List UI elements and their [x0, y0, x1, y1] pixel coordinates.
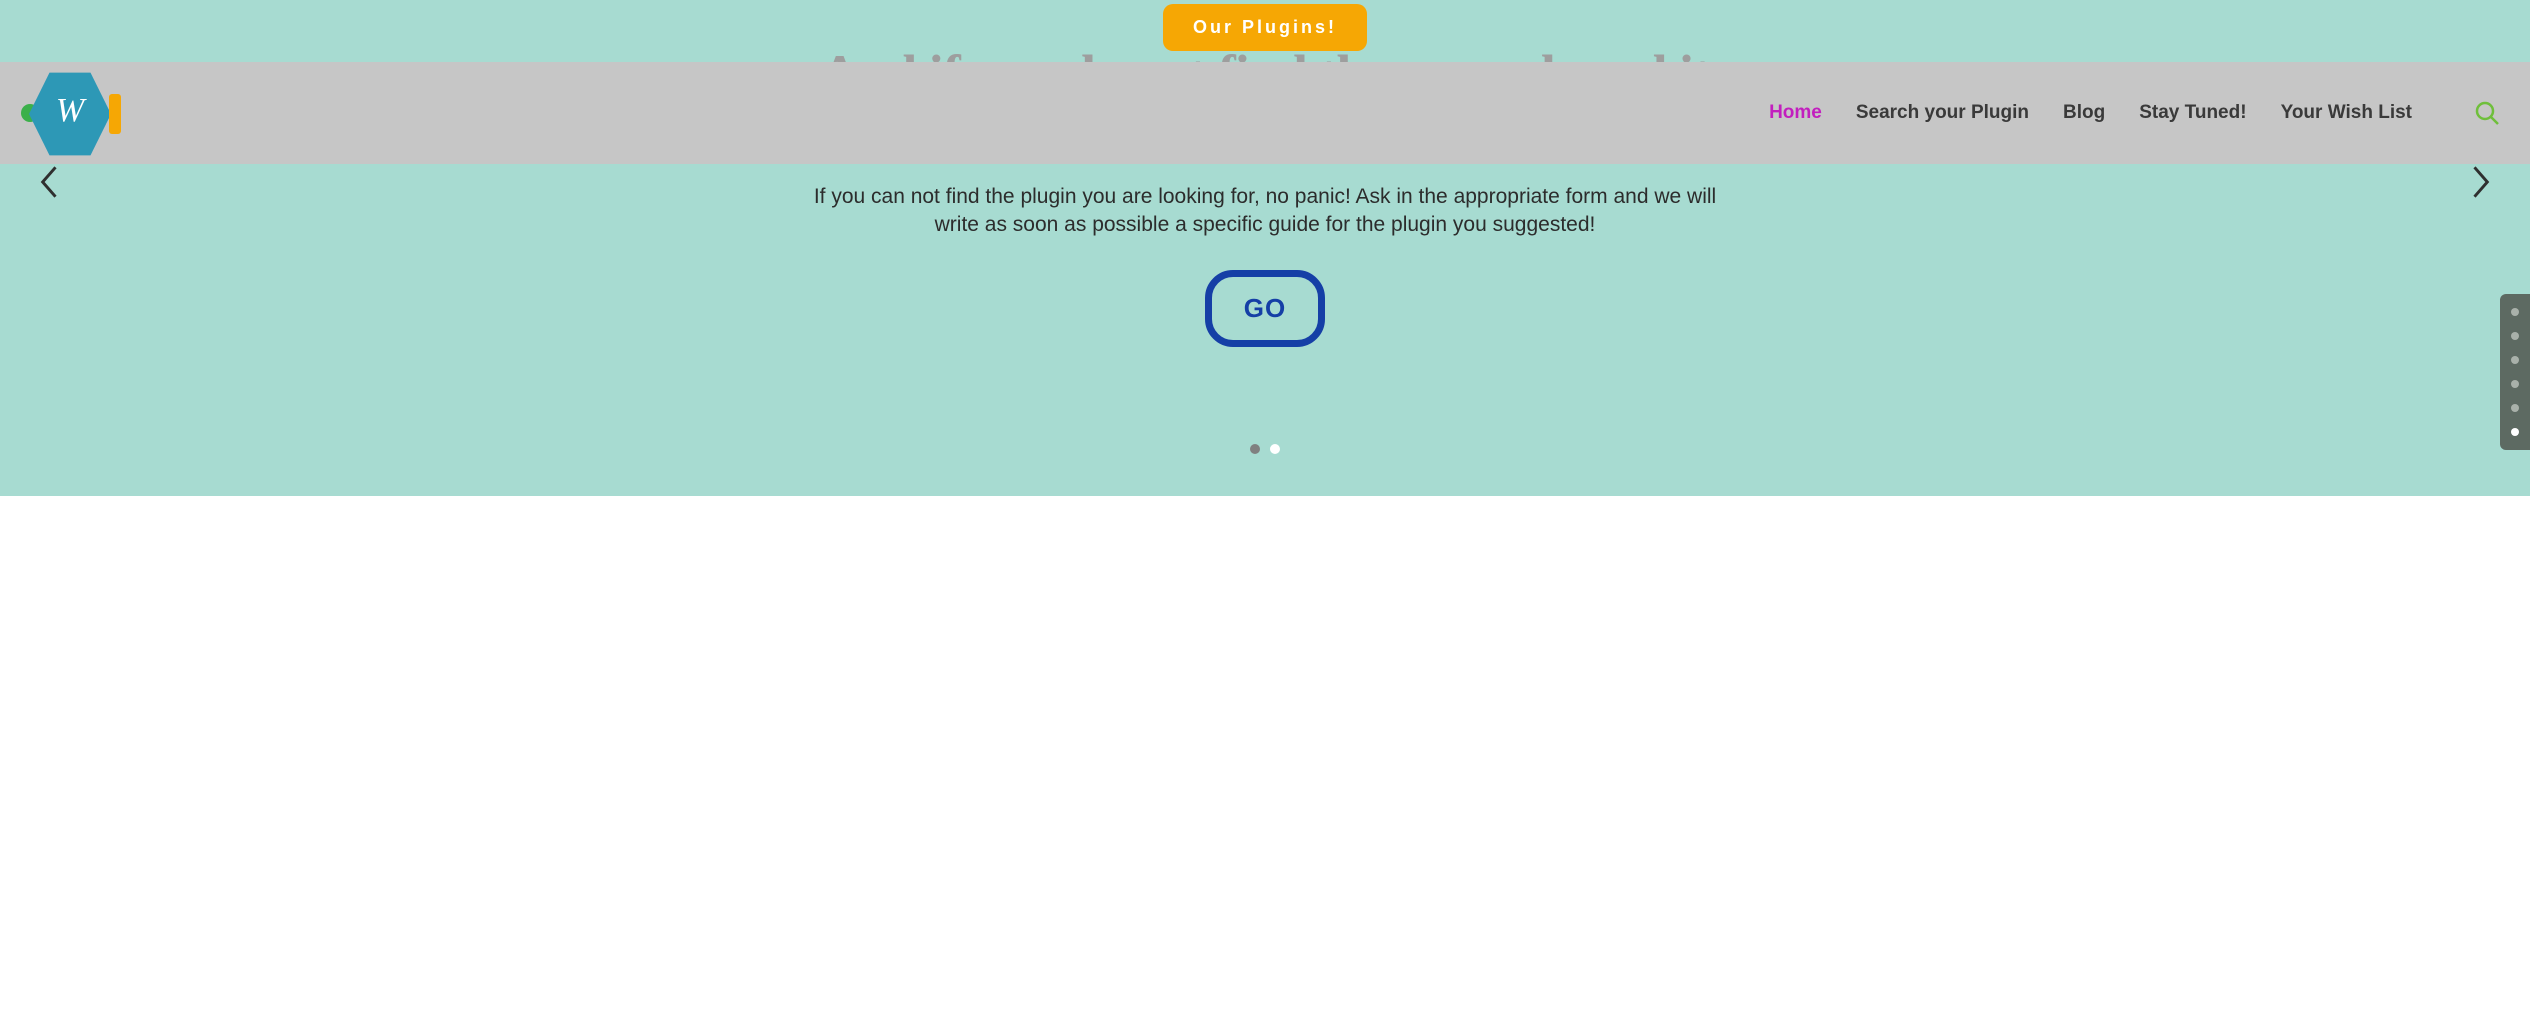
section-dot-1[interactable] — [2511, 332, 2519, 340]
nav-wish-list[interactable]: Your Wish List — [2281, 102, 2412, 124]
slider-dot-0[interactable] — [1250, 444, 1260, 454]
go-button[interactable]: GO — [1205, 270, 1325, 347]
chevron-left-icon — [39, 165, 61, 204]
nav-blog[interactable]: Blog — [2063, 102, 2105, 124]
search-icon[interactable] — [2474, 100, 2500, 126]
logo-letter: W — [25, 92, 115, 130]
nav-stay-tuned[interactable]: Stay Tuned! — [2139, 102, 2246, 124]
our-plugins-button[interactable]: Our Plugins! — [1163, 4, 1367, 51]
slider-dot-1[interactable] — [1270, 444, 1280, 454]
slider-next-button[interactable] — [2458, 162, 2502, 206]
slider-prev-button[interactable] — [28, 162, 72, 206]
hero-subtitle: If you can not find the plugin you are l… — [795, 183, 1735, 240]
nav-search-plugin[interactable]: Search your Plugin — [1856, 102, 2029, 124]
slider-dots — [1250, 444, 1280, 454]
primary-nav: Home Search your Plugin Blog Stay Tuned!… — [1769, 100, 2500, 126]
chevron-right-icon — [2469, 165, 2491, 204]
section-dot-3[interactable] — [2511, 380, 2519, 388]
nav-home[interactable]: Home — [1769, 102, 1822, 124]
section-nav — [2500, 294, 2530, 450]
section-dot-2[interactable] — [2511, 356, 2519, 364]
section-dot-5[interactable] — [2511, 428, 2519, 436]
section-dot-0[interactable] — [2511, 308, 2519, 316]
section-dot-4[interactable] — [2511, 404, 2519, 412]
site-header: W Home Search your Plugin Blog Stay Tune… — [0, 62, 2530, 164]
logo[interactable]: W — [0, 62, 140, 164]
